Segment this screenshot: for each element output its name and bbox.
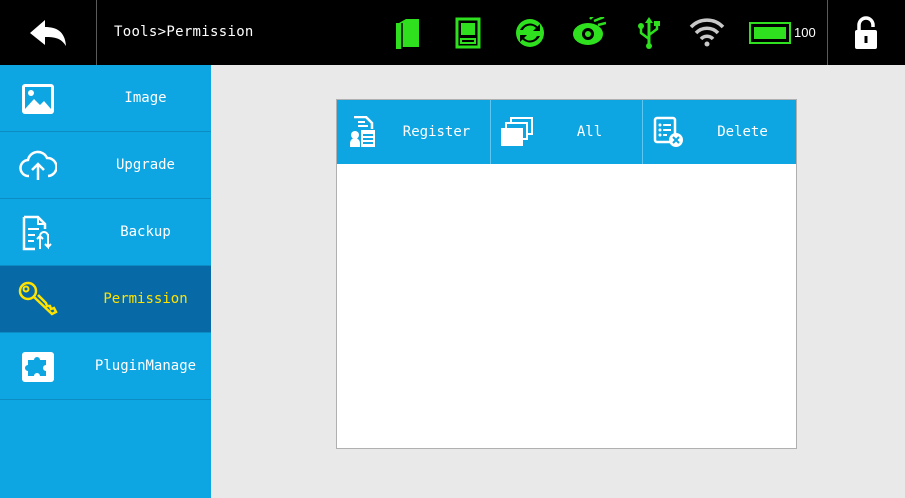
top-bar: Tools>Permission 100: [0, 0, 905, 65]
sidebar-item-label: Image: [124, 90, 167, 106]
divider: [96, 0, 97, 65]
delete-list-icon: [651, 114, 687, 150]
sidebar-item-pluginmanage[interactable]: PluginManage: [0, 333, 211, 400]
all-button[interactable]: All: [491, 100, 642, 164]
sidebar-item-label: Backup: [120, 224, 171, 240]
battery-level: 100: [794, 25, 816, 40]
image-icon: [18, 80, 58, 118]
stack-icon: [499, 114, 535, 150]
delete-button[interactable]: Delete: [643, 100, 796, 164]
battery-icon: [749, 22, 791, 44]
device-icon: [455, 17, 481, 49]
printhead-icon: [395, 17, 421, 49]
tab-label: All: [576, 124, 603, 140]
sync-icon: [514, 17, 546, 49]
back-arrow-icon: [30, 19, 66, 46]
usb-icon: [637, 17, 661, 49]
sidebar-item-image[interactable]: Image: [0, 65, 211, 132]
eye-icon: [572, 17, 606, 49]
page-title: Tools>Permission: [114, 24, 254, 40]
tab-label: Register: [402, 124, 471, 140]
register-icon: [345, 114, 381, 150]
permission-list[interactable]: [337, 164, 796, 448]
back-button[interactable]: [0, 0, 96, 65]
wifi-icon: [689, 17, 725, 47]
backup-icon: [18, 214, 58, 252]
register-button[interactable]: Register: [337, 100, 490, 164]
key-icon: [18, 281, 58, 319]
sidebar-item-label: PluginManage: [94, 358, 197, 374]
sidebar-item-permission[interactable]: Permission: [0, 266, 211, 333]
panel-toolbar: Register All Delete: [337, 100, 796, 164]
sidebar: Image Upgrade Backup Permission PluginMa…: [0, 65, 211, 498]
sidebar-item-label: Permission: [103, 291, 188, 307]
sidebar-item-backup[interactable]: Backup: [0, 199, 211, 266]
lock-button[interactable]: [827, 0, 905, 65]
unlock-icon: [855, 15, 877, 49]
puzzle-icon: [18, 348, 58, 386]
cloud-upload-icon: [18, 147, 58, 185]
permission-panel: Register All Delete: [336, 99, 797, 449]
sidebar-item-upgrade[interactable]: Upgrade: [0, 132, 211, 199]
tab-label: Delete: [717, 124, 768, 140]
sidebar-item-label: Upgrade: [115, 157, 175, 173]
